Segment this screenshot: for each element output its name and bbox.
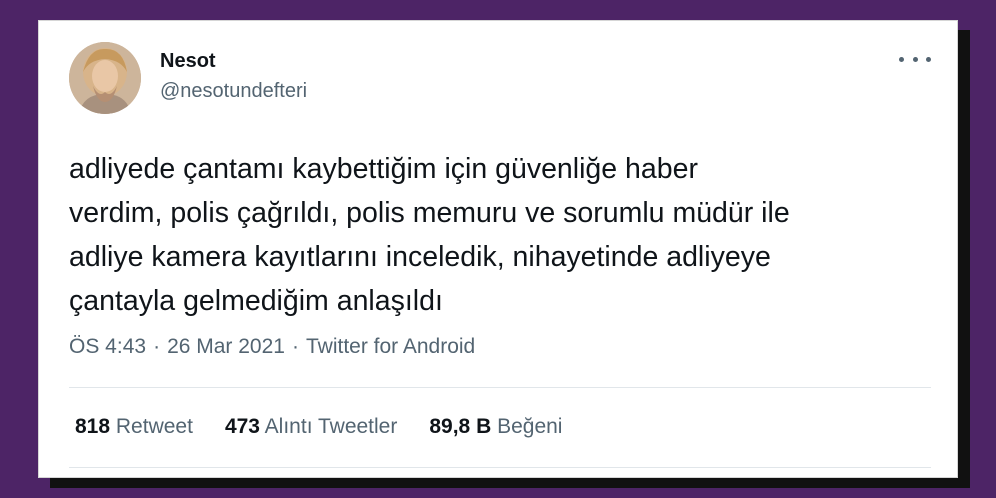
tweet-source[interactable]: Twitter for Android	[306, 335, 475, 358]
divider	[69, 467, 931, 468]
tweet-time[interactable]: ÖS 4:43	[69, 335, 146, 358]
tweet-stats: 818 Retweet 473 Alıntı Tweetler 89,8 B B…	[75, 415, 562, 439]
quote-count: 473	[224, 415, 260, 438]
retweet-label: Retweet	[115, 415, 193, 438]
author-name[interactable]: Nesot	[160, 50, 216, 73]
retweet-count: 818	[75, 415, 111, 438]
more-dot	[926, 56, 931, 62]
meta-separator: ·	[153, 335, 161, 358]
divider	[69, 387, 931, 388]
tweet-text: adliyede çantamı kaybettiğim için güvenl…	[69, 153, 790, 317]
retweet-stat[interactable]: 818 Retweet	[75, 415, 193, 439]
tweet-date[interactable]: 26 Mar 2021	[167, 335, 285, 358]
quote-stat[interactable]: 473 Alıntı Tweetler	[225, 415, 397, 439]
author-handle[interactable]: @nesotundefteri	[160, 80, 307, 103]
more-horizontal-icon[interactable]	[899, 49, 931, 69]
more-dot	[899, 56, 904, 62]
like-stat[interactable]: 89,8 B Beğeni	[429, 415, 562, 439]
avatar[interactable]	[69, 42, 141, 114]
tweet-meta: ÖS 4:43 · 26 Mar 2021 · Twitter for Android	[69, 335, 475, 359]
avatar-image	[69, 42, 141, 114]
like-label: Beğeni	[497, 415, 563, 438]
quote-label: Alıntı Tweetler	[264, 415, 398, 438]
more-dot	[912, 56, 918, 62]
like-count: 89,8 B	[429, 415, 492, 438]
tweet-card: Nesot @nesotundefteri adliyede çantamı k…	[38, 20, 958, 478]
meta-separator: ·	[291, 335, 299, 358]
